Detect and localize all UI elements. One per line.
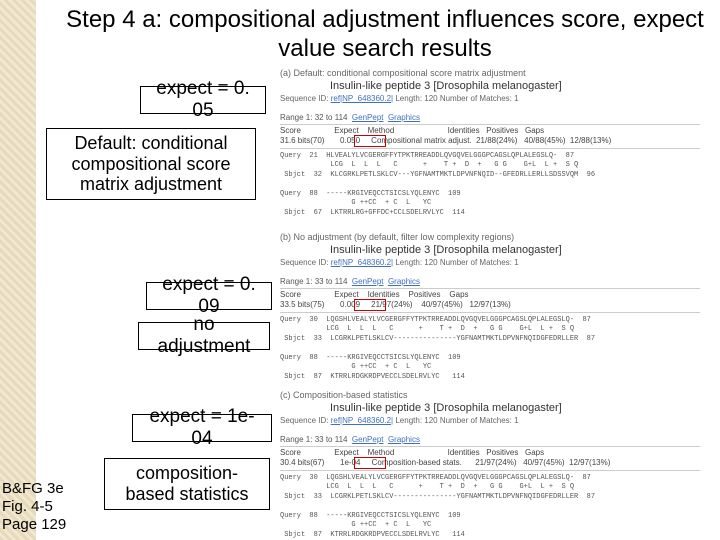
- desc-a-line3: matrix adjustment: [80, 174, 222, 195]
- desc-a-line2: compositional score: [71, 154, 230, 175]
- refseq-link[interactable]: ref|NP_648360.2|: [331, 416, 393, 425]
- panel-b-caption: (b) No adjustment (by default, filter lo…: [280, 232, 514, 242]
- desc-box-b: no adjustment: [138, 322, 270, 350]
- citation-l3: Page 129: [2, 516, 66, 533]
- decorative-stripe: [0, 0, 36, 540]
- panel-c-seq-sub: Sequence ID: ref|NP_648360.2| Length: 12…: [280, 416, 519, 425]
- panel-a-headers: Score Expect Method Identities Positives…: [280, 126, 544, 135]
- citation-l1: B&FG 3e: [2, 480, 64, 497]
- panel-b-seq-title: Insulin-like peptide 3 [Drosophila melan…: [330, 244, 562, 256]
- divider: [280, 288, 700, 289]
- expect-box-b: expect = 0. 09: [146, 282, 272, 310]
- desc-a-line1: Default: conditional: [74, 133, 227, 154]
- expect-highlight-b: [354, 299, 386, 311]
- graphics-link[interactable]: Graphics: [388, 277, 420, 286]
- panel-c-alignment: Query 30 LQGSHLVEALYLVCGERGFFYTPKTRREADD…: [280, 474, 595, 540]
- citation-l2: Fig. 4-5: [2, 498, 53, 515]
- desc-box-a: Default: conditional compositional score…: [46, 128, 256, 200]
- graphics-link[interactable]: Graphics: [388, 435, 420, 444]
- panel-b-values: 33.5 bits(75) 0.009 21/97(24%) 40/97(45%…: [280, 300, 511, 309]
- panel-c-range: Range 1: 33 to 114 GenPept Graphics: [280, 435, 420, 444]
- graphics-link[interactable]: Graphics: [388, 113, 420, 122]
- panel-a-range: Range 1: 32 to 114 GenPept Graphics: [280, 113, 420, 122]
- panel-a-seq-title: Insulin-like peptide 3 [Drosophila melan…: [330, 80, 562, 92]
- expect-highlight-c: [354, 457, 386, 469]
- panel-c-headers: Score Expect Method Identities Positives…: [280, 448, 544, 457]
- panel-a-caption: (a) Default: conditional compositional s…: [280, 68, 526, 78]
- expect-highlight-a: [354, 135, 386, 147]
- genpept-link[interactable]: GenPept: [352, 435, 384, 444]
- panel-a-seq-sub: Sequence ID: ref|NP_648360.2| Length: 12…: [280, 94, 519, 103]
- divider: [280, 446, 700, 447]
- refseq-link[interactable]: ref|NP_648360.2|: [331, 258, 393, 267]
- slide-title: Step 4 a: compositional adjustment influ…: [60, 6, 710, 64]
- panel-b-seq-sub: Sequence ID: ref|NP_648360.2| Length: 12…: [280, 258, 519, 267]
- expect-box-c: expect = 1e-04: [132, 414, 272, 442]
- panel-a-alignment: Query 21 HLVEALYLVCGERGFFYTPKTRREADDLQVG…: [280, 152, 595, 218]
- panel-c-seq-title: Insulin-like peptide 3 [Drosophila melan…: [330, 402, 562, 414]
- desc-c-line1: composition-: [136, 463, 238, 484]
- genpept-link[interactable]: GenPept: [352, 277, 384, 286]
- panel-a-values: 31.6 bits(70) 0.050 Compositional matrix…: [280, 136, 611, 145]
- divider: [280, 470, 700, 471]
- desc-box-c: composition- based statistics: [104, 458, 270, 510]
- expect-box-a: expect = 0. 05: [140, 86, 266, 114]
- divider: [280, 148, 700, 149]
- refseq-link[interactable]: ref|NP_648360.2|: [331, 94, 393, 103]
- panel-b-alignment: Query 30 LQGSHLVEALYLVCGERGFFYTPKTRREADD…: [280, 316, 595, 382]
- divider: [280, 312, 700, 313]
- panel-b-range: Range 1: 33 to 114 GenPept Graphics: [280, 277, 420, 286]
- panel-c-values: 30.4 bits(67) 1e-04 Composition-based st…: [280, 458, 610, 467]
- panel-b-headers: Score Expect Identities Positives Gaps: [280, 290, 469, 299]
- panel-c-caption: (c) Composition-based statistics: [280, 390, 408, 400]
- citation: B&FG 3e Fig. 4-5 Page 129: [2, 480, 66, 534]
- genpept-link[interactable]: GenPept: [352, 113, 384, 122]
- divider: [280, 124, 700, 125]
- desc-c-line2: based statistics: [125, 484, 248, 505]
